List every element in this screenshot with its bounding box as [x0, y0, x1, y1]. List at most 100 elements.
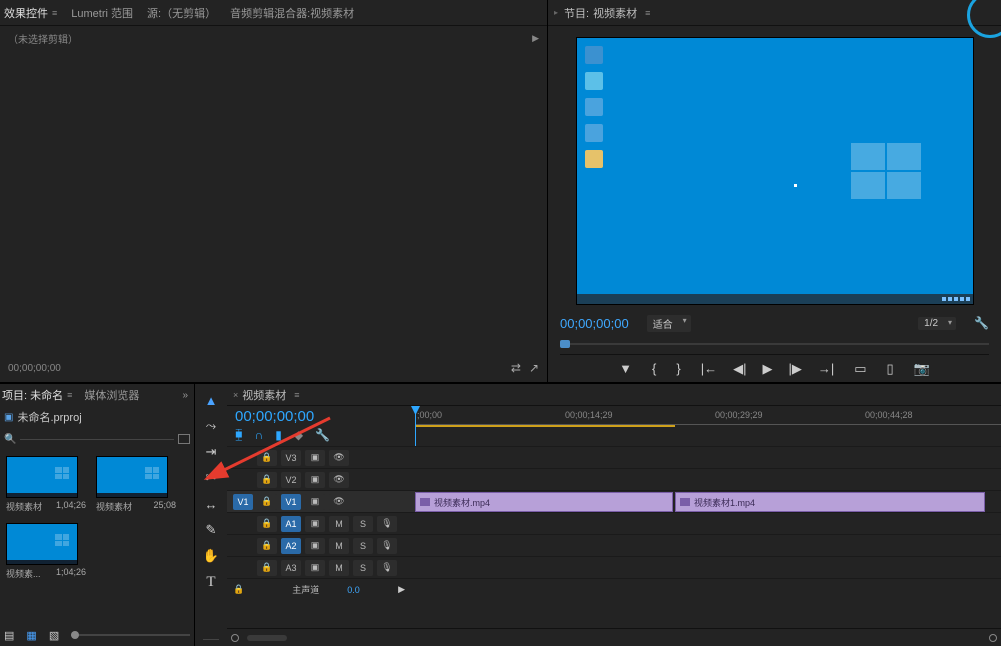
program-monitor[interactable]	[548, 26, 1001, 310]
bin-view-icon[interactable]	[178, 434, 190, 444]
lock-icon[interactable]: 🔒	[257, 560, 277, 576]
go-to-in-button[interactable]: |←	[701, 361, 717, 377]
lock-icon[interactable]: 🔒	[257, 516, 277, 532]
play-button[interactable]: ▶	[762, 361, 772, 377]
lane-v2[interactable]	[415, 468, 1001, 490]
fit-dropdown[interactable]: 适合	[647, 315, 691, 332]
panel-menu-icon[interactable]: ≡	[645, 8, 650, 18]
eye-icon[interactable]: 👁	[329, 472, 349, 488]
lane-v3[interactable]	[415, 446, 1001, 468]
tab-audio-mixer[interactable]: 音频剪辑混合器:视频素材	[230, 5, 354, 21]
eye-icon[interactable]: 👁	[329, 450, 349, 466]
sync-lock-icon[interactable]: ▣	[305, 472, 325, 488]
track-header-v2[interactable]: 🔒 V2 ▣ 👁	[227, 468, 415, 490]
track-header-a3[interactable]: 🔒 A3 ▣ M S 🎙	[227, 556, 415, 578]
go-to-out-button[interactable]: →|	[818, 361, 834, 377]
mute-button[interactable]: M	[329, 516, 349, 532]
track-header-a1[interactable]: 🔒 A1 ▣ M S 🎙	[227, 512, 415, 534]
panel-menu-icon[interactable]: ≡	[52, 8, 57, 18]
tab-project[interactable]: 项目: 未命名 ≡	[2, 387, 72, 403]
toggle-icon-a[interactable]: ⇄	[511, 361, 521, 375]
source-patch[interactable]: V1	[233, 494, 253, 510]
panel-menu-icon[interactable]: ≡	[67, 390, 72, 400]
search-icon[interactable]: 🔍	[4, 434, 16, 445]
tab-effect-controls[interactable]: 效果控件 ≡	[4, 5, 57, 21]
lock-icon[interactable]: 🔒	[257, 538, 277, 554]
mark-in-button[interactable]: {	[652, 361, 656, 376]
lane-master[interactable]	[415, 578, 1001, 600]
timeline-clip[interactable]: 视频素材.mp4	[415, 492, 673, 512]
solo-button[interactable]: S	[353, 560, 373, 576]
add-marker-button[interactable]: ▼	[619, 361, 632, 376]
expand-icon[interactable]: ▶	[532, 33, 539, 44]
zoom-dropdown[interactable]: 1/2	[918, 317, 956, 330]
sync-lock-icon[interactable]: ▣	[305, 494, 325, 510]
lock-icon[interactable]: 🔒	[257, 472, 277, 488]
settings-icon[interactable]: ◆	[294, 428, 303, 442]
program-title[interactable]: 视频素材	[593, 5, 637, 21]
timeline-clip[interactable]: 视频素材1.mp4	[675, 492, 985, 512]
step-forward-button[interactable]: |▶	[788, 361, 801, 377]
mute-button[interactable]: M	[329, 538, 349, 554]
track-header-v1[interactable]: V1 🔒 V1 ▣ 👁	[227, 490, 415, 512]
selection-tool[interactable]: ▲	[201, 390, 221, 410]
master-track-header[interactable]: 🔒 主声道 0.0 ▶	[227, 578, 415, 600]
lane-a3[interactable]	[415, 556, 1001, 578]
project-item[interactable]: 视频素...1;04;26	[6, 523, 86, 580]
track-label[interactable]: A1	[281, 516, 301, 532]
mark-out-button[interactable]: }	[676, 361, 680, 376]
tab-media-browser[interactable]: 媒体浏览器	[84, 387, 139, 403]
export-frame-button[interactable]: 📷	[914, 361, 930, 377]
panel-menu-icon[interactable]: ≡	[294, 390, 299, 400]
close-sequence-icon[interactable]: ×	[233, 390, 238, 400]
lock-icon[interactable]: 🔒	[257, 494, 277, 510]
extract-button[interactable]: ▯	[887, 361, 894, 377]
toggle-icon-b[interactable]: ↗	[529, 361, 539, 375]
pen-tool[interactable]: ✎	[201, 520, 221, 540]
tab-lumetri[interactable]: Lumetri 范围	[71, 5, 133, 21]
step-back-button[interactable]: ◀|	[733, 361, 746, 377]
solo-button[interactable]: S	[353, 516, 373, 532]
marker-icon[interactable]: ▮	[275, 428, 282, 442]
zoom-out-icon[interactable]	[231, 634, 239, 642]
track-select-tool[interactable]: ⤳	[201, 416, 221, 436]
sync-lock-icon[interactable]: ▣	[305, 516, 325, 532]
tab-source[interactable]: 源:（无剪辑）	[147, 5, 216, 21]
timeline-timecode[interactable]: 00;00;00;00	[235, 408, 407, 425]
sync-lock-icon[interactable]: ▣	[305, 538, 325, 554]
lane-v1[interactable]: 视频素材.mp4 视频素材1.mp4	[415, 490, 1001, 512]
solo-button[interactable]: S	[353, 538, 373, 554]
track-header-v3[interactable]: 🔒 V3 ▣ 👁	[227, 446, 415, 468]
list-view-icon[interactable]: ▤	[4, 629, 14, 642]
sequence-name[interactable]: 视频素材	[242, 387, 286, 403]
mic-icon[interactable]: 🎙	[377, 560, 397, 576]
zoom-scrollbar[interactable]	[247, 635, 287, 641]
settings-wrench-icon[interactable]: 🔧	[974, 316, 989, 330]
lock-icon[interactable]: 🔒	[257, 450, 277, 466]
wrench-icon[interactable]: 🔧	[315, 428, 330, 442]
slip-tool[interactable]: ↔	[201, 494, 221, 514]
lift-button[interactable]: ▭	[854, 361, 866, 377]
type-tool[interactable]: T	[201, 572, 221, 592]
zoom-indicator[interactable]	[989, 634, 997, 642]
ripple-edit-tool[interactable]: ⇥	[201, 442, 221, 462]
linked-selection-icon[interactable]: ∩	[255, 428, 264, 442]
track-label[interactable]: V1	[281, 494, 301, 510]
search-input[interactable]	[20, 439, 174, 440]
mic-icon[interactable]: 🎙	[377, 538, 397, 554]
sync-lock-icon[interactable]: ▣	[305, 450, 325, 466]
lane-a1[interactable]	[415, 512, 1001, 534]
razor-tool[interactable]: ✂	[201, 468, 221, 488]
master-value[interactable]: 0.0	[347, 585, 360, 595]
hand-tool[interactable]: ✋	[201, 546, 221, 566]
snap-icon[interactable]: ⧯	[235, 427, 243, 442]
track-header-a2[interactable]: 🔒 A2 ▣ M S 🎙	[227, 534, 415, 556]
expand-panel-icon[interactable]: »	[182, 390, 192, 401]
freeform-view-icon[interactable]: ▧	[49, 629, 59, 642]
timeline-ruler[interactable]: ;00;00 00;00;14;29 00;00;29;29 00;00;44;…	[415, 406, 1001, 446]
program-scrubber[interactable]	[560, 338, 989, 350]
program-timecode[interactable]: 00;00;00;00	[560, 316, 629, 331]
lane-a2[interactable]	[415, 534, 1001, 556]
sync-lock-icon[interactable]: ▣	[305, 560, 325, 576]
arrowhead-icon[interactable]: ▶	[398, 584, 405, 595]
